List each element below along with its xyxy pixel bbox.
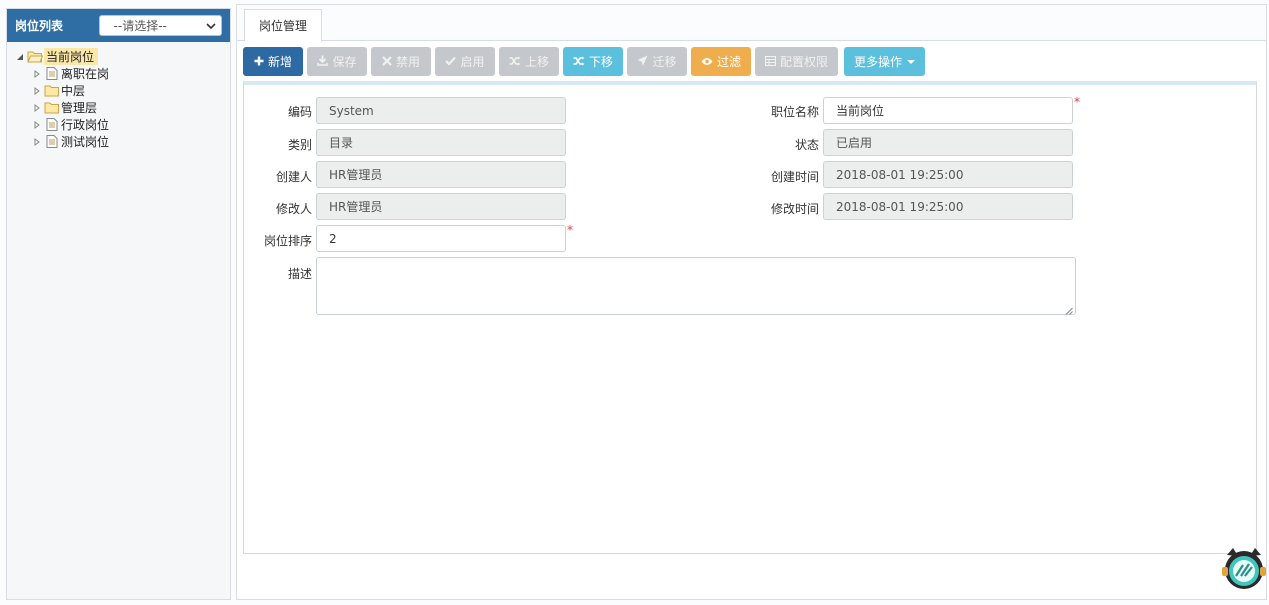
creator-label: 创建人 bbox=[275, 170, 312, 184]
send-icon bbox=[637, 55, 648, 69]
modifier-field[interactable]: HR管理员 bbox=[316, 193, 566, 220]
tree-label: 管理层 bbox=[61, 101, 98, 115]
document-icon bbox=[44, 135, 60, 148]
toolbar: 新增 保存 禁用 启用 上移 下移 迁移 过滤 配置权限 更多操作 bbox=[243, 47, 925, 77]
position-form: 编码 System 职位名称 当前岗位 * 类别 目录 状态 已启用 创建人 H… bbox=[243, 81, 1257, 554]
position-order-input[interactable]: 2 bbox=[316, 225, 566, 252]
assistant-mascot-icon[interactable] bbox=[1221, 545, 1267, 591]
caret-down-icon bbox=[907, 59, 915, 64]
move-down-button[interactable]: 下移 bbox=[563, 47, 623, 76]
collapsed-triangle-icon[interactable] bbox=[32, 86, 42, 96]
tree-label: 行政岗位 bbox=[61, 118, 110, 132]
status-label: 状态 bbox=[794, 138, 819, 152]
position-list-header: 岗位列表 --请选择-- bbox=[7, 9, 230, 42]
description-textarea[interactable] bbox=[316, 257, 1076, 315]
position-management-panel: 岗位管理 新增 保存 禁用 启用 上移 下移 迁移 过滤 配置权限 更多操作 编… bbox=[236, 4, 1267, 600]
tree-node-current[interactable]: 当前岗位 bbox=[15, 48, 230, 65]
expanded-triangle-icon[interactable] bbox=[15, 52, 25, 62]
document-icon bbox=[44, 67, 60, 80]
select-value: --请选择-- bbox=[113, 19, 167, 33]
category-field[interactable]: 目录 bbox=[316, 129, 566, 156]
tree-label: 离职在岗 bbox=[61, 67, 110, 81]
modified-time-field[interactable]: 2018-08-01 19:25:00 bbox=[823, 193, 1073, 220]
tree-node-management[interactable]: 管理层 bbox=[15, 99, 230, 116]
category-label: 类别 bbox=[287, 138, 312, 152]
chevron-down-icon bbox=[206, 21, 216, 30]
folder-open-icon bbox=[27, 50, 43, 63]
table-icon bbox=[764, 55, 777, 69]
required-mark: * bbox=[1074, 95, 1080, 109]
filter-button[interactable]: 过滤 bbox=[691, 47, 751, 76]
tree-label: 中层 bbox=[61, 84, 86, 98]
modifier-label: 修改人 bbox=[275, 202, 312, 216]
new-button[interactable]: 新增 bbox=[243, 47, 303, 76]
download-icon bbox=[317, 55, 329, 69]
more-actions-dropdown[interactable]: 更多操作 bbox=[844, 47, 925, 76]
status-field[interactable]: 已启用 bbox=[823, 129, 1073, 156]
tree-node-test[interactable]: 测试岗位 bbox=[15, 133, 230, 150]
close-icon bbox=[382, 55, 392, 69]
move-up-button[interactable]: 上移 bbox=[499, 47, 559, 76]
code-label: 编码 bbox=[287, 105, 312, 119]
disable-button[interactable]: 禁用 bbox=[371, 47, 431, 76]
tree-node-admin[interactable]: 行政岗位 bbox=[15, 116, 230, 133]
description-label: 描述 bbox=[287, 267, 312, 281]
position-list-title: 岗位列表 bbox=[15, 19, 64, 33]
required-mark: * bbox=[567, 223, 573, 237]
enable-button[interactable]: 启用 bbox=[435, 47, 495, 76]
tree-label: 测试岗位 bbox=[61, 135, 110, 149]
collapsed-triangle-icon[interactable] bbox=[32, 103, 42, 113]
folder-icon bbox=[44, 101, 60, 114]
position-filter-select[interactable]: --请选择-- bbox=[98, 15, 222, 36]
position-order-label: 岗位排序 bbox=[263, 234, 312, 248]
tree-node-resigned[interactable]: 离职在岗 bbox=[15, 65, 230, 82]
shuffle-icon bbox=[573, 55, 585, 69]
collapsed-triangle-icon[interactable] bbox=[32, 69, 42, 79]
shuffle-icon bbox=[509, 55, 521, 69]
creator-field[interactable]: HR管理员 bbox=[316, 161, 566, 188]
code-field[interactable]: System bbox=[316, 97, 566, 124]
tab-position-management[interactable]: 岗位管理 bbox=[244, 9, 322, 42]
tree-node-middle[interactable]: 中层 bbox=[15, 82, 230, 99]
eye-icon bbox=[701, 55, 713, 69]
modified-time-label: 修改时间 bbox=[770, 202, 819, 216]
created-time-field[interactable]: 2018-08-01 19:25:00 bbox=[823, 161, 1073, 188]
resize-handle-icon[interactable] bbox=[1065, 304, 1073, 315]
check-icon bbox=[445, 55, 457, 69]
position-tree: 当前岗位 离职在岗 中层 管理层 行政岗位 测试岗位 bbox=[7, 42, 230, 150]
document-icon bbox=[44, 118, 60, 131]
folder-icon bbox=[44, 84, 60, 97]
position-name-label: 职位名称 bbox=[770, 105, 819, 119]
collapsed-triangle-icon[interactable] bbox=[32, 120, 42, 130]
plus-icon bbox=[254, 55, 264, 69]
position-list-panel: 岗位列表 --请选择-- 当前岗位 离职在岗 中层 管理层 行政岗位 测试岗位 bbox=[6, 8, 231, 600]
save-button[interactable]: 保存 bbox=[307, 47, 367, 76]
configure-permissions-button[interactable]: 配置权限 bbox=[755, 47, 838, 76]
collapsed-triangle-icon[interactable] bbox=[32, 137, 42, 147]
position-name-input[interactable]: 当前岗位 bbox=[823, 97, 1073, 124]
migrate-button[interactable]: 迁移 bbox=[627, 47, 687, 76]
tree-label: 当前岗位 bbox=[44, 48, 99, 65]
tab-bar: 岗位管理 bbox=[237, 5, 1266, 42]
created-time-label: 创建时间 bbox=[770, 170, 819, 184]
